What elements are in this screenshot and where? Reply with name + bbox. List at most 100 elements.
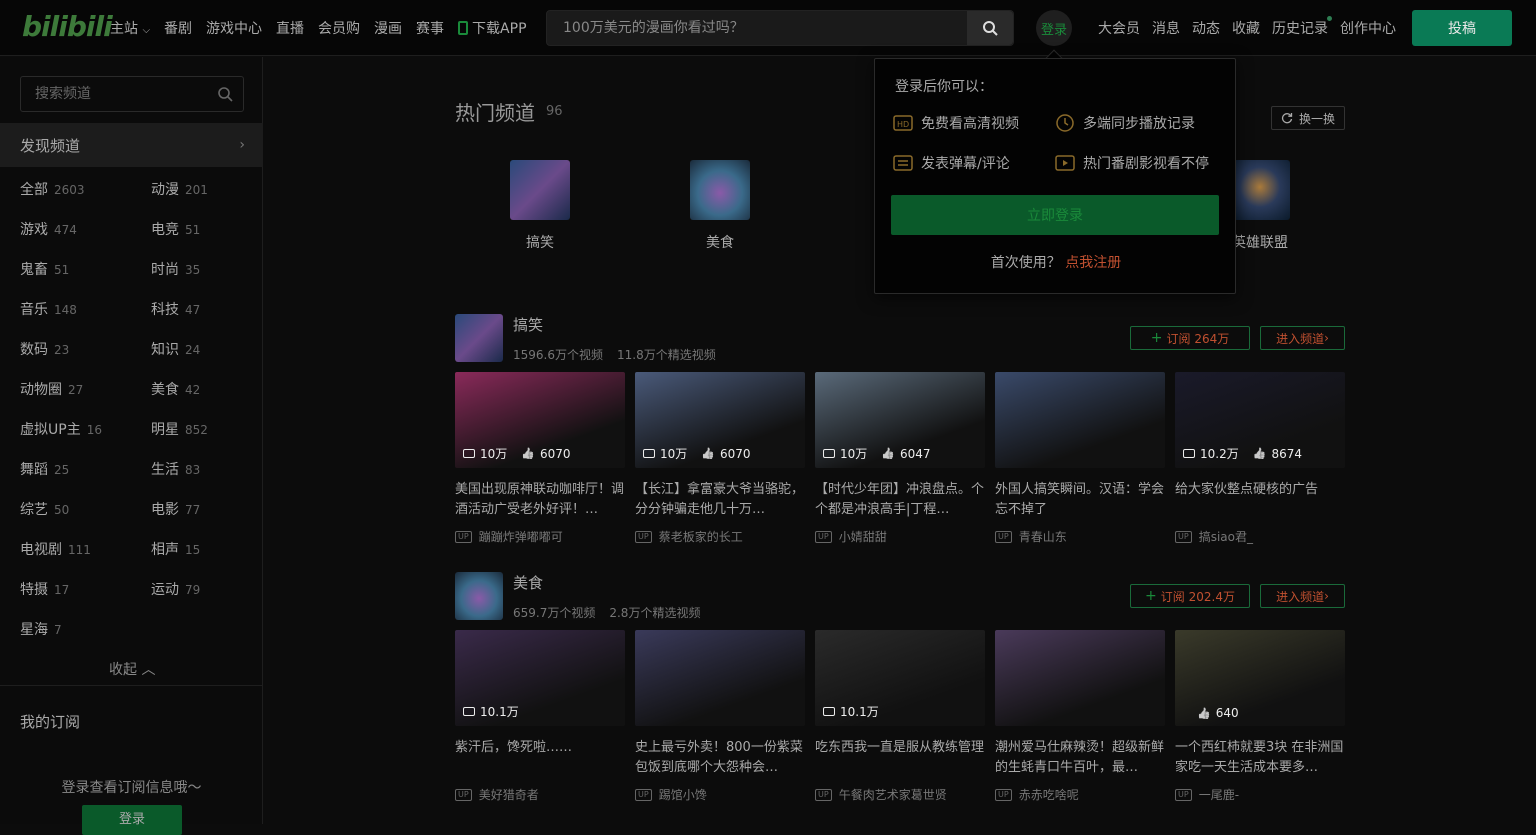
- video-thumbnail[interactable]: 👍 640: [1175, 630, 1345, 726]
- video-thumbnail[interactable]: 10万 👍 6070: [635, 372, 805, 468]
- subscribe-button[interactable]: + 订阅 264万: [1130, 326, 1250, 350]
- video-author[interactable]: UP 青春山东: [995, 528, 1165, 545]
- video-title[interactable]: 【时代少年团】冲浪盘点。个个都是冲浪高手|丁程…: [815, 480, 985, 520]
- nav-creator-center[interactable]: 创作中心: [1340, 18, 1396, 38]
- category-item[interactable]: 动漫 201: [151, 179, 208, 199]
- category-item[interactable]: 科技 47: [151, 299, 200, 319]
- discover-channels[interactable]: 发现频道 ›: [0, 123, 263, 167]
- video-card[interactable]: 10万 👍 6047 【时代少年团】冲浪盘点。个个都是冲浪高手|丁程… UP 小婧甜甜: [815, 372, 985, 545]
- video-title[interactable]: 美国出现原神联动咖啡厅！调酒活动广受老外好评！…: [455, 480, 625, 520]
- video-title[interactable]: 外国人搞笑瞬间。汉语：学会忘不掉了: [995, 480, 1165, 520]
- nav-live[interactable]: 直播: [276, 18, 304, 38]
- hot-channel-funny[interactable]: 搞笑: [510, 160, 570, 252]
- video-author[interactable]: UP 小婧甜甜: [815, 528, 985, 545]
- collapse-button[interactable]: 收起 ︿: [109, 659, 155, 679]
- nav-manga[interactable]: 漫画: [374, 18, 402, 38]
- category-item[interactable]: 运动 79: [151, 579, 200, 599]
- login-avatar-button[interactable]: 登录: [1036, 10, 1072, 46]
- category-item[interactable]: 游戏 474: [20, 219, 77, 239]
- category-item[interactable]: 全部 2603: [20, 179, 85, 199]
- category-item[interactable]: 特摄 17: [20, 579, 69, 599]
- nav-dynamic[interactable]: 动态: [1192, 18, 1220, 38]
- channel-name[interactable]: 美食: [513, 572, 543, 593]
- video-title[interactable]: 【长江】拿富豪大爷当骆驼，分分钟骗走他几十万…: [635, 480, 805, 520]
- category-item[interactable]: 综艺 50: [20, 499, 69, 519]
- video-card[interactable]: 10.1万吃东西我一直是服从教练管理 UP 午餐肉艺术家葛世贤: [815, 630, 985, 803]
- category-item[interactable]: 相声 15: [151, 539, 200, 559]
- video-title[interactable]: 紫汗后，馋死啦……: [455, 738, 625, 778]
- category-item[interactable]: 电影 77: [151, 499, 200, 519]
- video-thumbnail[interactable]: 10.2万 👍 8674: [1175, 372, 1345, 468]
- category-item[interactable]: 星海 7: [20, 619, 62, 639]
- video-author[interactable]: UP 踢馆小馋: [635, 786, 805, 803]
- video-title[interactable]: 史上最亏外卖！800一份紫菜包饭到底哪个大怨种会…: [635, 738, 805, 778]
- nav-game-center[interactable]: 游戏中心: [206, 18, 262, 38]
- video-thumbnail[interactable]: 10.1万: [815, 630, 985, 726]
- category-item[interactable]: 明星 852: [151, 419, 208, 439]
- search-icon[interactable]: [217, 86, 233, 102]
- nav-history[interactable]: 历史记录: [1272, 16, 1332, 38]
- hot-channel-lol[interactable]: 英雄联盟: [1230, 160, 1290, 252]
- video-author[interactable]: UP 蔡老板家的长工: [635, 528, 805, 545]
- video-thumbnail[interactable]: [635, 630, 805, 726]
- video-card[interactable]: 潮州爱马仕麻辣烫！超级新鲜的生蚝青口牛百叶，最… UP 赤赤吃啥呢: [995, 630, 1165, 803]
- video-card[interactable]: 10.1万紫汗后，馋死啦…… UP 美好猎奇者: [455, 630, 625, 803]
- video-thumbnail[interactable]: 10万 👍 6070: [455, 372, 625, 468]
- login-now-button[interactable]: 立即登录: [891, 195, 1219, 235]
- video-thumbnail[interactable]: 10万 👍 6047: [815, 372, 985, 468]
- channel-search-input[interactable]: [21, 77, 211, 111]
- enter-channel-button[interactable]: 进入频道 ›: [1260, 584, 1345, 608]
- upload-button[interactable]: 投稿: [1412, 10, 1512, 46]
- video-card[interactable]: 史上最亏外卖！800一份紫菜包饭到底哪个大怨种会… UP 踢馆小馋: [635, 630, 805, 803]
- video-title[interactable]: 给大家伙整点硬核的广告: [1175, 480, 1345, 520]
- video-thumbnail[interactable]: [995, 630, 1165, 726]
- nav-mall[interactable]: 会员购: [318, 18, 360, 38]
- refresh-button[interactable]: 换一换: [1271, 106, 1345, 130]
- nav-esports[interactable]: 赛事: [416, 18, 444, 38]
- category-item[interactable]: 数码 23: [20, 339, 69, 359]
- enter-channel-button[interactable]: 进入频道 ›: [1260, 326, 1345, 350]
- category-item[interactable]: 舞蹈 25: [20, 459, 69, 479]
- channel-name[interactable]: 搞笑: [513, 314, 543, 335]
- category-item[interactable]: 虚拟UP主 16: [20, 419, 102, 439]
- video-author[interactable]: UP 赤赤吃啥呢: [995, 786, 1165, 803]
- category-item[interactable]: 时尚 35: [151, 259, 200, 279]
- video-card[interactable]: 外国人搞笑瞬间。汉语：学会忘不掉了 UP 青春山东: [995, 372, 1165, 545]
- video-card[interactable]: 10万 👍 6070 【长江】拿富豪大爷当骆驼，分分钟骗走他几十万… UP 蔡老板家的长工: [635, 372, 805, 545]
- video-author[interactable]: UP 美好猎奇者: [455, 786, 625, 803]
- nav-download-app[interactable]: 下载APP: [458, 18, 527, 38]
- category-item[interactable]: 知识 24: [151, 339, 200, 359]
- category-item[interactable]: 美食 42: [151, 379, 200, 399]
- category-item[interactable]: 电视剧 111: [20, 539, 91, 559]
- video-card[interactable]: 👍 640 一个西红柿就要3块 在非洲国家吃一天生活成本要多… UP 一尾鹿-: [1175, 630, 1345, 803]
- category-item[interactable]: 动物圈 27: [20, 379, 83, 399]
- video-title[interactable]: 吃东西我一直是服从教练管理: [815, 738, 985, 778]
- channel-avatar[interactable]: [455, 314, 503, 362]
- category-item[interactable]: 鬼畜 51: [20, 259, 69, 279]
- register-link[interactable]: 点我注册: [1065, 255, 1121, 271]
- video-card[interactable]: 10.2万 👍 8674 给大家伙整点硬核的广告 UP 搞siao君_: [1175, 372, 1345, 545]
- video-thumbnail[interactable]: 10.1万: [455, 630, 625, 726]
- video-author[interactable]: UP 搞siao君_: [1175, 528, 1345, 545]
- nav-main-site[interactable]: 主站 ⌵: [110, 18, 150, 38]
- nav-vip[interactable]: 大会员: [1098, 18, 1140, 38]
- nav-messages[interactable]: 消息: [1152, 18, 1180, 38]
- video-card[interactable]: 10万 👍 6070 美国出现原神联动咖啡厅！调酒活动广受老外好评！… UP 蹦蹦炸弹嘟嘟…: [455, 372, 625, 545]
- bilibili-logo[interactable]: bilibili: [22, 10, 113, 43]
- video-thumbnail[interactable]: [995, 372, 1165, 468]
- category-item[interactable]: 生活 83: [151, 459, 200, 479]
- video-title[interactable]: 一个西红柿就要3块 在非洲国家吃一天生活成本要多…: [1175, 738, 1345, 778]
- nav-favorites[interactable]: 收藏: [1232, 18, 1260, 38]
- sidebar-login-button[interactable]: 登录: [82, 805, 182, 835]
- subscribe-button[interactable]: + 订阅 202.4万: [1130, 584, 1250, 608]
- video-title[interactable]: 潮州爱马仕麻辣烫！超级新鲜的生蚝青口牛百叶，最…: [995, 738, 1165, 778]
- category-item[interactable]: 电竞 51: [151, 219, 200, 239]
- category-item[interactable]: 音乐 148: [20, 299, 77, 319]
- video-author[interactable]: UP 午餐肉艺术家葛世贤: [815, 786, 985, 803]
- video-author[interactable]: UP 蹦蹦炸弹嘟嘟可: [455, 528, 625, 545]
- top-search-button[interactable]: [967, 11, 1013, 45]
- top-search-input[interactable]: [547, 11, 967, 45]
- video-author[interactable]: UP 一尾鹿-: [1175, 786, 1345, 803]
- channel-avatar[interactable]: [455, 572, 503, 620]
- hot-channel-food[interactable]: 美食: [690, 160, 750, 252]
